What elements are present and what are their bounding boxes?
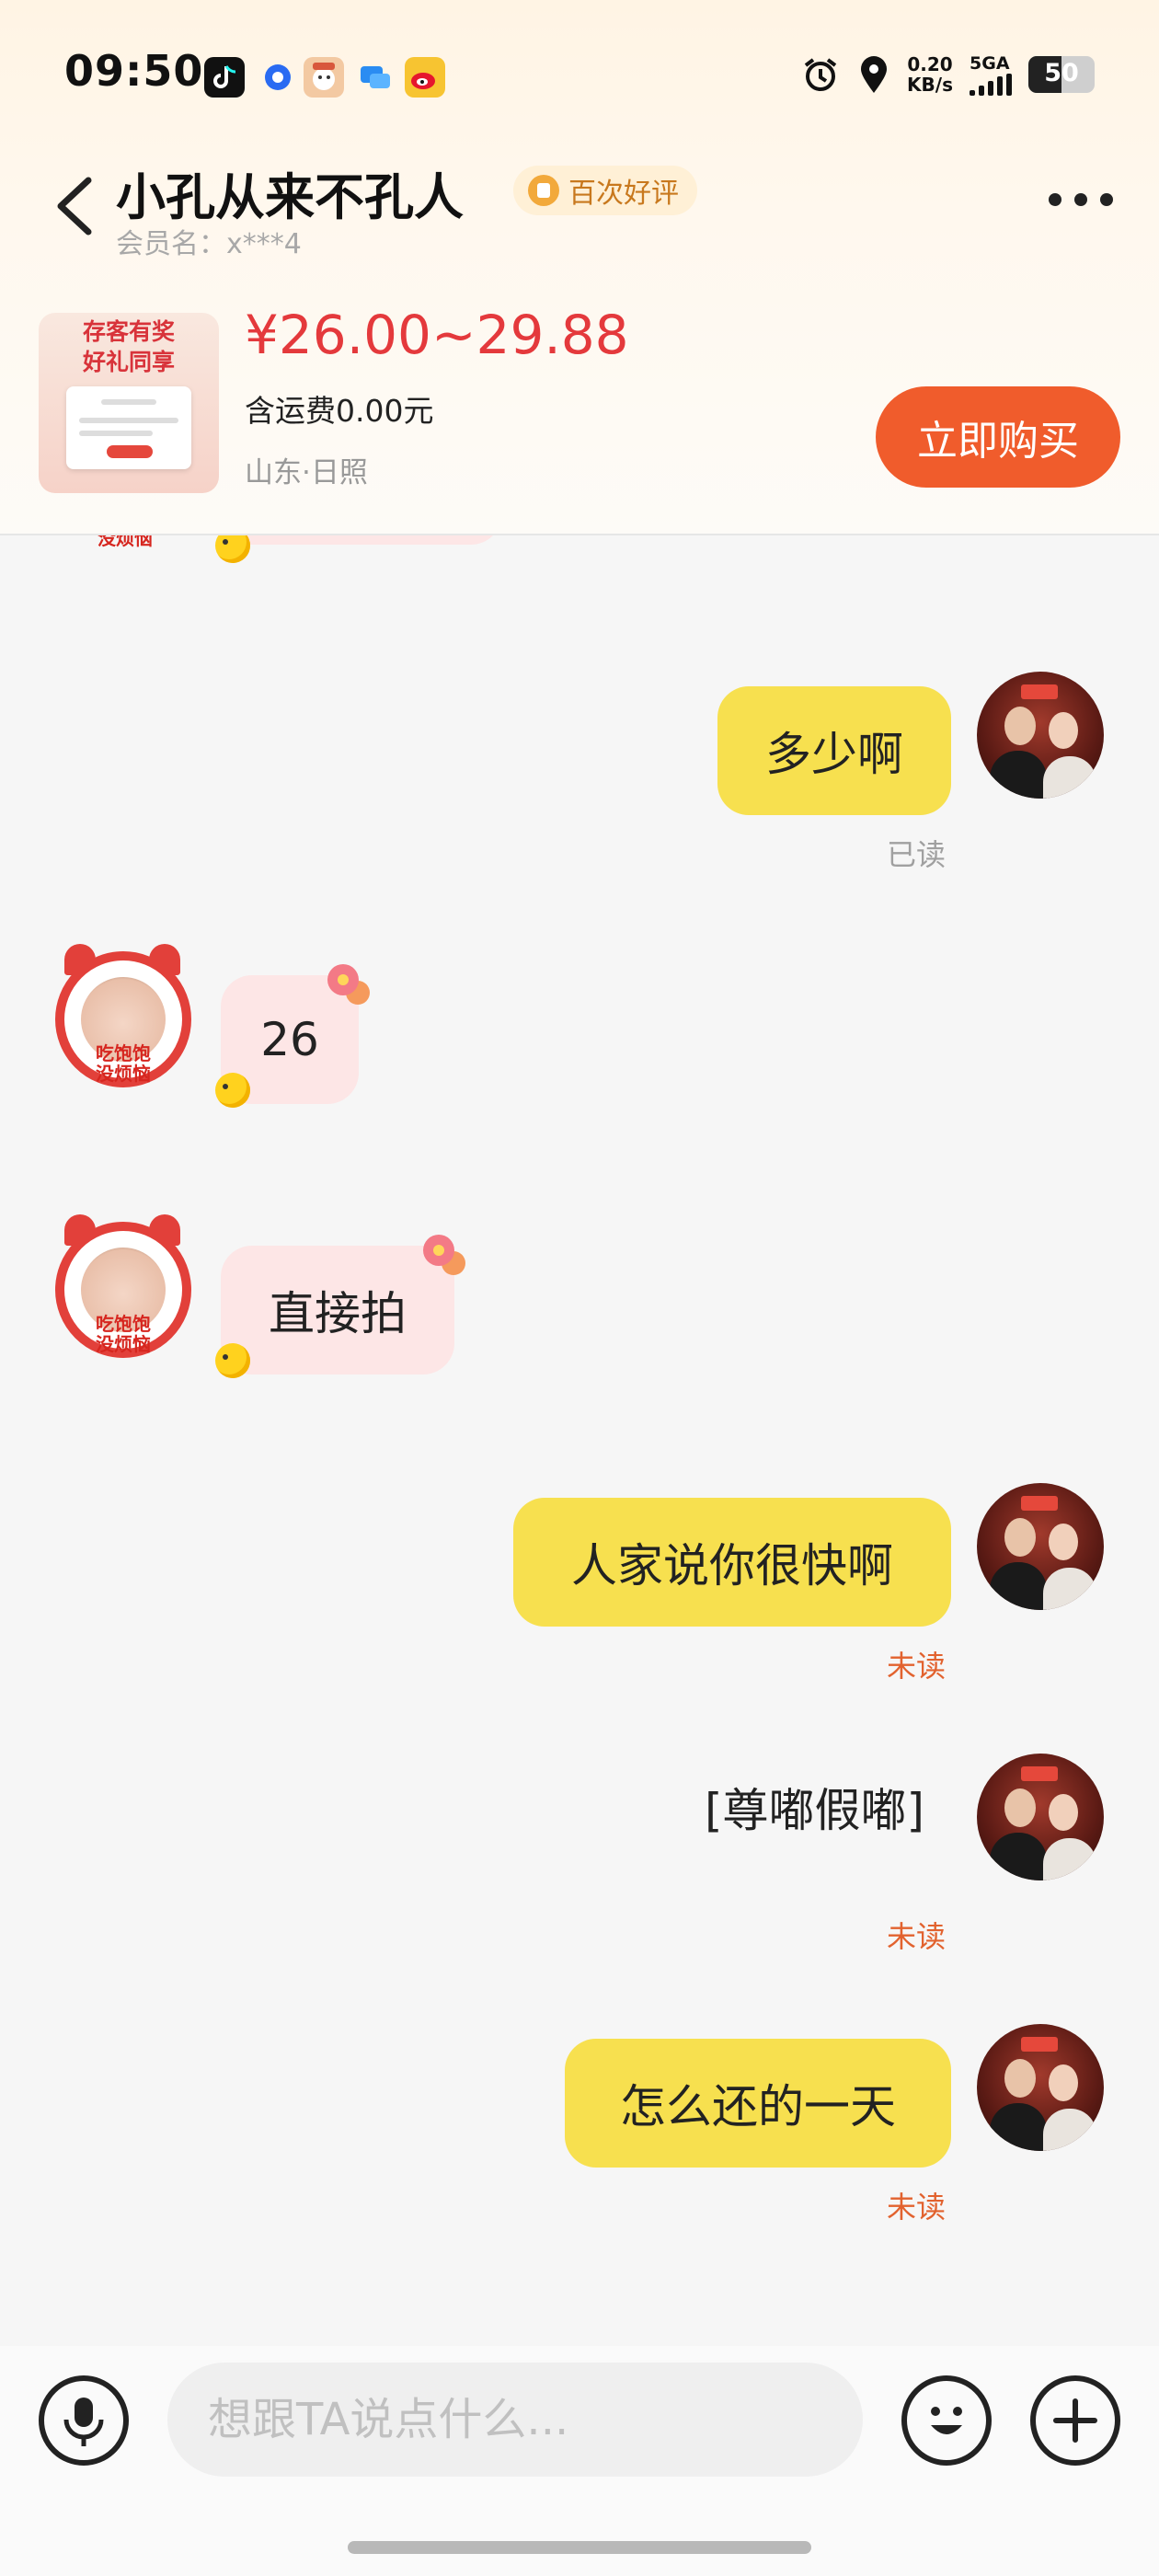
flower-sticker-icon bbox=[327, 964, 359, 995]
back-button[interactable] bbox=[48, 164, 103, 247]
smiley-icon bbox=[931, 2407, 962, 2434]
alarm-icon bbox=[804, 58, 837, 91]
microphone-icon bbox=[63, 2398, 104, 2446]
more-dot-icon bbox=[1100, 193, 1113, 206]
my-avatar[interactable] bbox=[977, 672, 1104, 799]
my-avatar[interactable] bbox=[977, 1754, 1104, 1880]
unread-receipt: 未读 bbox=[887, 1649, 947, 1684]
message-sticker-mine[interactable]: [尊嘟假嘟] bbox=[705, 1774, 924, 1840]
unread-receipt: 未读 bbox=[887, 1919, 947, 1954]
message-input[interactable] bbox=[167, 2363, 863, 2477]
battery-icon: 50 bbox=[1028, 56, 1095, 93]
location-icon bbox=[861, 56, 888, 93]
message-bubble-mine[interactable]: 多少啊 bbox=[717, 686, 951, 815]
buy-now-button[interactable]: 立即购买 bbox=[876, 386, 1120, 488]
status-right: 0.20 KB/s 5GA 50 bbox=[800, 53, 1095, 96]
message-bubble-mine[interactable]: 怎么还的一天 bbox=[565, 2039, 951, 2168]
more-dot-icon bbox=[1074, 193, 1087, 206]
flower-sticker-icon bbox=[423, 1235, 454, 1266]
shipping-fee: 含运费0.00元 bbox=[245, 393, 434, 429]
thumbnail-dialog-graphic bbox=[66, 386, 191, 469]
browser-icon bbox=[258, 57, 298, 98]
ship-from-location: 山东·日照 bbox=[245, 456, 368, 489]
network-type: 5GA bbox=[970, 53, 1010, 74]
signal-bars-icon bbox=[970, 74, 1012, 96]
message-bubble-partial bbox=[221, 535, 502, 545]
add-more-button[interactable] bbox=[1030, 2375, 1120, 2466]
chick-sticker-icon bbox=[215, 1343, 250, 1378]
my-avatar[interactable] bbox=[977, 2024, 1104, 2151]
voice-button[interactable] bbox=[39, 2375, 129, 2466]
unread-receipt: 未读 bbox=[887, 2190, 947, 2225]
review-badge-label: 百次好评 bbox=[568, 178, 679, 210]
net-speed: 0.20 KB/s bbox=[907, 54, 953, 95]
chat-app-icon bbox=[355, 57, 396, 98]
game-app-icon bbox=[304, 57, 344, 98]
product-thumbnail[interactable]: 存客有奖 好礼同享 bbox=[39, 313, 219, 493]
home-indicator[interactable] bbox=[348, 2541, 811, 2554]
product-price: ¥26.00~29.88 bbox=[245, 304, 629, 366]
message-bubble-shop[interactable]: 直接拍 bbox=[221, 1246, 454, 1374]
battery-level: 50 bbox=[1044, 59, 1079, 87]
emoji-button[interactable] bbox=[901, 2375, 992, 2466]
net-speed-unit: KB/s bbox=[907, 74, 953, 96]
status-bar: 09:50 0.20 KB/s 5GA 50 bbox=[0, 0, 1159, 156]
shop-avatar[interactable]: 吃饱饱 没烦恼 bbox=[52, 1211, 199, 1358]
shop-avatar[interactable]: 吃饱饱 没烦恼 bbox=[52, 940, 199, 1087]
chick-sticker-icon bbox=[215, 535, 250, 563]
shop-avatar-partial: 没烦恼 bbox=[98, 535, 153, 549]
cell-signal: 5GA bbox=[970, 53, 1012, 96]
shop-avatar-label: 吃饱饱 没烦恼 bbox=[96, 1042, 151, 1085]
chat-messages[interactable]: 没烦恼 多少啊 已读 吃饱饱 没烦恼 26 吃饱饱 没烦恼 直接拍 人家说你很快… bbox=[0, 535, 1159, 2346]
net-speed-value: 0.20 bbox=[907, 53, 953, 75]
thumbs-up-icon bbox=[528, 175, 559, 206]
more-dot-icon bbox=[1049, 193, 1061, 206]
shop-avatar-label: 吃饱饱 没烦恼 bbox=[96, 1313, 151, 1355]
chick-sticker-icon bbox=[215, 1073, 250, 1108]
my-avatar[interactable] bbox=[977, 1483, 1104, 1610]
message-bubble-mine[interactable]: 人家说你很快啊 bbox=[513, 1498, 951, 1627]
chevron-left-icon bbox=[57, 177, 92, 236]
douyin-icon bbox=[204, 57, 245, 98]
member-name: 会员名：x***4 bbox=[116, 228, 302, 260]
plus-icon bbox=[1053, 2398, 1097, 2443]
status-time: 09:50 bbox=[64, 46, 204, 96]
review-badge[interactable]: 百次好评 bbox=[513, 166, 697, 215]
more-options-button[interactable] bbox=[1049, 193, 1113, 206]
shop-title[interactable]: 小孔从来不孔人 bbox=[116, 156, 464, 229]
weibo-icon bbox=[405, 57, 445, 98]
product-thumbnail-title: 存客有奖 好礼同享 bbox=[82, 318, 175, 375]
read-receipt: 已读 bbox=[887, 837, 947, 872]
